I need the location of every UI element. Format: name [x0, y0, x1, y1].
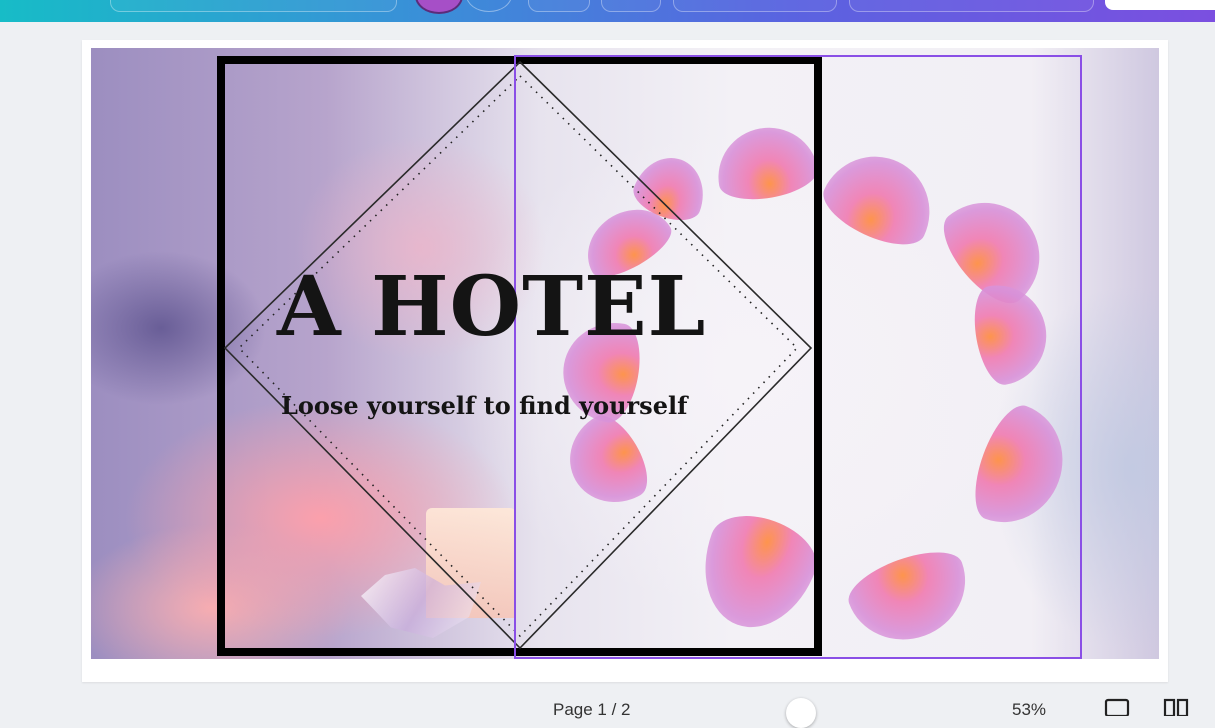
toolbar-control[interactable] — [673, 0, 837, 12]
diamond-outline — [223, 60, 813, 650]
page-view-icon[interactable] — [1104, 698, 1130, 716]
design-background-image[interactable]: A HOTEL Loose yourself to find yourself — [91, 48, 1159, 659]
editor-toolbar — [0, 0, 1215, 22]
design-subtitle[interactable]: Loose yourself to find yourself — [281, 391, 781, 420]
design-title[interactable]: A HOTEL — [277, 266, 777, 348]
toolbar-round-button[interactable] — [466, 0, 512, 12]
canvas-page[interactable]: A HOTEL Loose yourself to find yourself — [82, 40, 1168, 682]
diamond-dotted — [237, 74, 799, 638]
page-indicator: Page 1 / 2 — [553, 700, 631, 719]
selection-outline[interactable] — [514, 55, 1082, 659]
black-frame[interactable] — [217, 56, 822, 656]
zoom-level[interactable]: 53% — [1012, 700, 1046, 720]
color-swatch-button[interactable] — [415, 0, 463, 14]
toolbar-control[interactable] — [849, 0, 1094, 12]
toolbar-control[interactable] — [601, 0, 661, 12]
toolbar-control[interactable] — [110, 0, 397, 12]
toolbar-control[interactable] — [528, 0, 590, 12]
share-button[interactable] — [1105, 0, 1215, 10]
zoom-slider-handle[interactable] — [786, 698, 816, 728]
grid-view-icon[interactable] — [1163, 698, 1189, 716]
